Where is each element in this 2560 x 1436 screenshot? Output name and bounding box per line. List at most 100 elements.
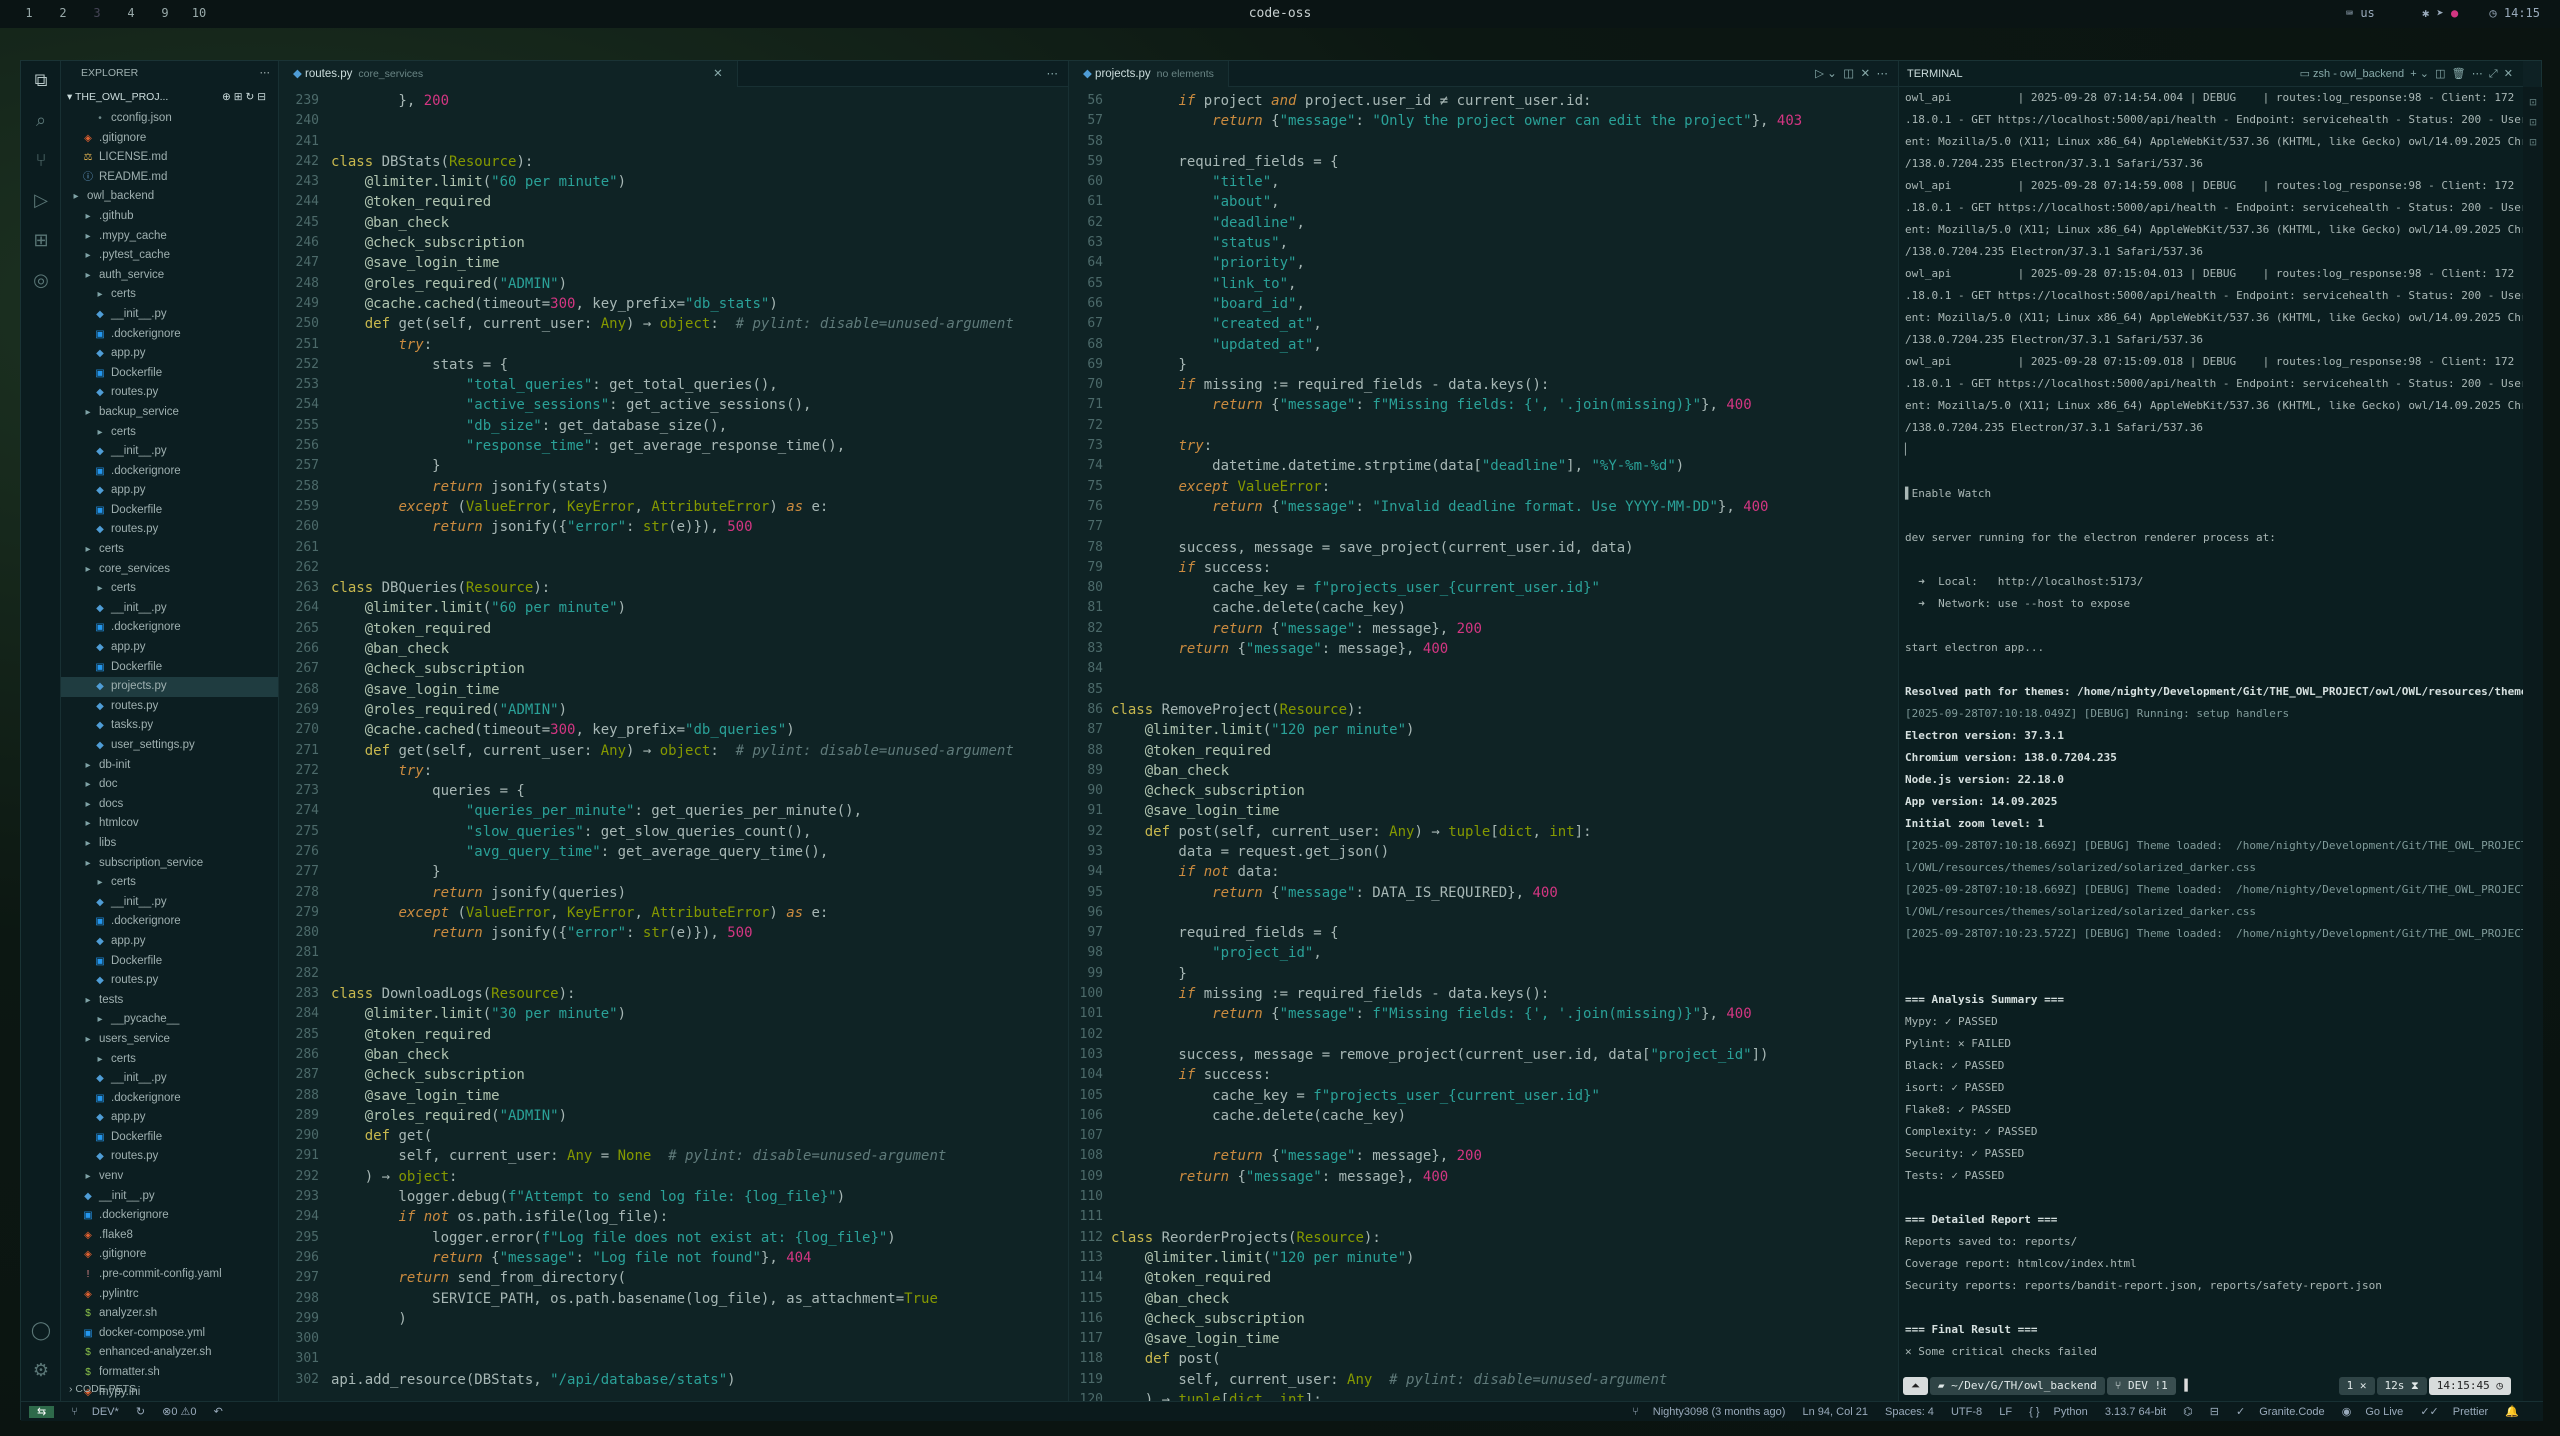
tree-item[interactable]: ▸ certs bbox=[61, 873, 278, 893]
code-line[interactable]: 263 class DBQueries(Resource): bbox=[279, 578, 1068, 598]
code-line[interactable]: 280 return jsonify({"error": str(e)}), 5… bbox=[279, 923, 1068, 943]
code-line[interactable]: 244 @token_required bbox=[279, 192, 1068, 212]
code-line[interactable]: 111 bbox=[1069, 1207, 1898, 1227]
tree-item[interactable]: ▸ backup_service bbox=[61, 403, 278, 423]
code-line[interactable]: 255 "db_size": get_database_size(), bbox=[279, 416, 1068, 436]
code-line[interactable]: 262 bbox=[279, 558, 1068, 578]
split-editor-icon[interactable]: ◫ bbox=[1843, 68, 1854, 80]
new-terminal-icon[interactable]: + ⌄ bbox=[2410, 68, 2429, 80]
history-icon[interactable]: ↶ bbox=[214, 1406, 223, 1418]
code-line[interactable]: 279 except (ValueError, KeyError, Attrib… bbox=[279, 903, 1068, 923]
more-icon[interactable]: ⋯ bbox=[2472, 68, 2483, 80]
status-interpreter[interactable]: 3.13.7 64-bit bbox=[2105, 1406, 2166, 1418]
code-line[interactable]: 276 "avg_query_time": get_average_query_… bbox=[279, 842, 1068, 862]
code-line[interactable]: 245 @ban_check bbox=[279, 213, 1068, 233]
tree-item[interactable]: ▸ __pycache__ bbox=[61, 1010, 278, 1030]
terminal-output[interactable]: owl_api | 2025-09-28 07:14:54.004 | DEBU… bbox=[1899, 87, 2523, 1363]
tree-item[interactable]: ◆ __init__.py bbox=[61, 893, 278, 913]
tree-item[interactable]: ▣ .dockerignore bbox=[61, 1089, 278, 1109]
status-indentation[interactable]: Spaces: 4 bbox=[1885, 1406, 1934, 1418]
bluetooth-icon[interactable]: ✱ bbox=[2422, 6, 2429, 20]
status-cursor-position[interactable]: Ln 94, Col 21 bbox=[1803, 1406, 1868, 1418]
tree-item[interactable]: $ enhanced-analyzer.sh bbox=[61, 1343, 278, 1363]
tree-item[interactable]: ▸ .github bbox=[61, 207, 278, 227]
tab-routes-py[interactable]: ◆ routes.py core_services ✕ bbox=[279, 61, 738, 87]
code-line[interactable]: 64 "priority", bbox=[1069, 253, 1898, 273]
code-line[interactable]: 115 @ban_check bbox=[1069, 1289, 1898, 1309]
code-line[interactable]: 252 stats = { bbox=[279, 355, 1068, 375]
code-line[interactable]: 301 bbox=[279, 1349, 1068, 1369]
tab-projects-py[interactable]: ◆ projects.py no elements bbox=[1069, 61, 1229, 87]
tree-item[interactable]: ▸ certs bbox=[61, 423, 278, 443]
code-line[interactable]: 282 bbox=[279, 964, 1068, 984]
tree-item[interactable]: ⚖ LICENSE.md bbox=[61, 148, 278, 168]
code-line[interactable]: 117 @save_login_time bbox=[1069, 1329, 1898, 1349]
code-line[interactable]: 86 class RemoveProject(Resource): bbox=[1069, 700, 1898, 720]
code-line[interactable]: 105 cache_key = f"projects_user_{current… bbox=[1069, 1086, 1898, 1106]
remote-indicator-icon[interactable]: ⇆ bbox=[29, 1406, 55, 1418]
code-line[interactable]: 73 try: bbox=[1069, 436, 1898, 456]
code-line[interactable]: 259 except (ValueError, KeyError, Attrib… bbox=[279, 497, 1068, 517]
code-line[interactable]: 271 def get(self, current_user: Any) → o… bbox=[279, 741, 1068, 761]
status-prettier[interactable]: Prettier bbox=[2453, 1406, 2488, 1418]
tree-item[interactable]: ▸ certs bbox=[61, 1050, 278, 1070]
code-line[interactable]: 80 cache_key = f"projects_user_{current_… bbox=[1069, 578, 1898, 598]
code-line[interactable]: 82 return {"message": message}, 200 bbox=[1069, 619, 1898, 639]
code-line[interactable]: 298 SERVICE_PATH, os.path.basename(log_f… bbox=[279, 1289, 1068, 1309]
terminal-list-icon[interactable]: ⊡ bbox=[2523, 115, 2543, 129]
status-blame[interactable]: Nighty3098 (3 months ago) bbox=[1653, 1406, 1786, 1418]
settings-gear-icon[interactable]: ⚙ bbox=[21, 1351, 61, 1391]
code-line[interactable]: 79 if success: bbox=[1069, 558, 1898, 578]
code-line[interactable]: 277 } bbox=[279, 862, 1068, 882]
extensions-icon[interactable]: ⊞ bbox=[21, 221, 61, 261]
tree-item[interactable]: ◆ routes.py bbox=[61, 697, 278, 717]
status-go-live[interactable]: Go Live bbox=[2365, 1406, 2403, 1418]
tree-item[interactable]: ◈ .gitignore bbox=[61, 1245, 278, 1265]
code-line[interactable]: 69 } bbox=[1069, 355, 1898, 375]
copilot-icon[interactable]: ⌬ bbox=[2183, 1406, 2193, 1418]
status-problems[interactable]: ⊗0 ⚠0 bbox=[162, 1406, 196, 1418]
tree-item[interactable]: ▸ tests bbox=[61, 991, 278, 1011]
code-line[interactable]: 275 "slow_queries": get_slow_queries_cou… bbox=[279, 822, 1068, 842]
app-dot-icon[interactable]: ● bbox=[2451, 6, 2458, 20]
tree-item[interactable]: ◆ app.py bbox=[61, 932, 278, 952]
search-icon[interactable]: ⌕ bbox=[21, 101, 61, 141]
code-line[interactable]: 272 try: bbox=[279, 761, 1068, 781]
code-line[interactable]: 274 "queries_per_minute": get_queries_pe… bbox=[279, 801, 1068, 821]
code-line[interactable]: 287 @check_subscription bbox=[279, 1065, 1068, 1085]
code-line[interactable]: 114 @token_required bbox=[1069, 1268, 1898, 1288]
code-line[interactable]: 297 return send_from_directory( bbox=[279, 1268, 1068, 1288]
editor-group-routes[interactable]: ◆ routes.py core_services ✕ ⋯ 239 }, 200 24… bbox=[279, 61, 1069, 1401]
tree-item[interactable]: ▸ certs bbox=[61, 579, 278, 599]
code-line[interactable]: 74 datetime.datetime.strptime(data["dead… bbox=[1069, 456, 1898, 476]
code-line[interactable]: 291 self, current_user: Any = None # pyl… bbox=[279, 1146, 1068, 1166]
code-line[interactable]: 88 @token_required bbox=[1069, 741, 1898, 761]
code-line[interactable]: 286 @ban_check bbox=[279, 1045, 1068, 1065]
code-line[interactable]: 95 return {"message": DATA_IS_REQUIRED},… bbox=[1069, 883, 1898, 903]
tree-item[interactable]: ◈ .gitignore bbox=[61, 129, 278, 149]
close-icon[interactable]: ✕ bbox=[2504, 68, 2513, 80]
layout-icon[interactable]: ⊟ bbox=[2210, 1406, 2219, 1418]
code-line[interactable]: 65 "link_to", bbox=[1069, 274, 1898, 294]
code-line[interactable]: 242 class DBStats(Resource): bbox=[279, 152, 1068, 172]
tree-item[interactable]: ▣ Dockerfile bbox=[61, 658, 278, 678]
code-line[interactable]: 97 required_fields = { bbox=[1069, 923, 1898, 943]
tree-item[interactable]: ▸ core_services bbox=[61, 560, 278, 580]
status-eol[interactable]: LF bbox=[1999, 1406, 2012, 1418]
code-line[interactable]: 260 return jsonify({"error": str(e)}), 5… bbox=[279, 517, 1068, 537]
code-line[interactable]: 253 "total_queries": get_total_queries()… bbox=[279, 375, 1068, 395]
code-line[interactable]: 250 def get(self, current_user: Any) → o… bbox=[279, 314, 1068, 334]
tree-item[interactable]: $ analyzer.sh bbox=[61, 1304, 278, 1324]
tree-item[interactable]: ▣ .dockerignore bbox=[61, 618, 278, 638]
tree-item[interactable]: ◆ __init__.py bbox=[61, 599, 278, 619]
code-line[interactable]: 270 @cache.cached(timeout=300, key_prefi… bbox=[279, 720, 1068, 740]
terminal-panel[interactable]: TERMINAL ▭ zsh - owl_backend + ⌄ ◫ 🗑 ⋯ ⤢… bbox=[1899, 61, 2523, 1401]
tree-item[interactable]: ▸ docs bbox=[61, 795, 278, 815]
code-line[interactable]: 120 ) → tuple[dict, int]: bbox=[1069, 1390, 1898, 1401]
close-icon[interactable]: ✕ bbox=[713, 68, 723, 80]
code-line[interactable]: 78 success, message = save_project(curre… bbox=[1069, 538, 1898, 558]
tree-item[interactable]: ▸ venv bbox=[61, 1167, 278, 1187]
code-line[interactable]: 241 bbox=[279, 132, 1068, 152]
code-line[interactable]: 302 api.add_resource(DBStats, "/api/datab… bbox=[279, 1370, 1068, 1390]
terminal-shell-name[interactable]: zsh - owl_backend bbox=[2313, 68, 2404, 80]
